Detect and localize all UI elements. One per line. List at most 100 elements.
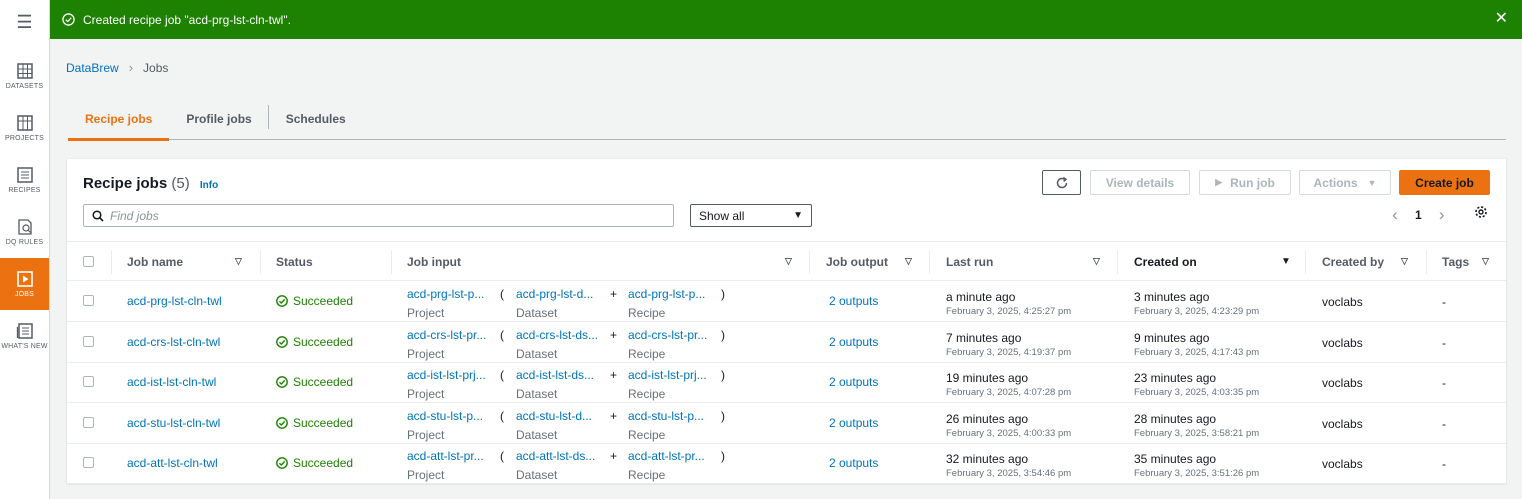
input-dataset-link[interactable]: acd-ist-lst-ds...	[516, 368, 594, 382]
sort-descending-icon[interactable]: ▼	[1281, 242, 1291, 282]
job-name-link[interactable]: acd-stu-lst-cln-twl	[127, 416, 220, 430]
status-text: Succeeded	[293, 335, 354, 349]
nav-datasets[interactable]: DATASETS	[0, 50, 49, 102]
last-run-relative: 26 minutes ago	[946, 412, 1029, 426]
job-output-link[interactable]: 2 outputs	[829, 416, 878, 430]
search-input[interactable]	[110, 208, 650, 223]
breadcrumb-databrew-link[interactable]: DataBrew	[66, 61, 119, 75]
col-created-by[interactable]: Created by	[1322, 242, 1384, 282]
row-checkbox[interactable]	[83, 295, 94, 306]
job-name-link[interactable]: acd-crs-lst-cln-twl	[127, 335, 220, 349]
col-job-name[interactable]: Job name	[127, 242, 183, 282]
job-output-link[interactable]: 2 outputs	[829, 335, 878, 349]
info-link[interactable]: Info	[200, 180, 218, 191]
col-job-input-label: Job input	[407, 255, 461, 269]
nav-whats-new[interactable]: WHAT'S NEW	[0, 310, 49, 362]
filter-icon[interactable]: ▽	[1401, 242, 1411, 282]
filter-icon[interactable]: ▽	[785, 242, 795, 282]
filter-icon[interactable]: ▽	[1093, 242, 1103, 282]
status-badge: Succeeded	[276, 456, 353, 470]
plus-sign: +	[610, 368, 618, 382]
job-output-link[interactable]: 2 outputs	[829, 456, 878, 470]
tags-value: -	[1442, 295, 1446, 309]
nav-jobs[interactable]: JOBS	[0, 258, 49, 310]
row-checkbox[interactable]	[83, 376, 94, 387]
input-dataset-link[interactable]: acd-att-lst-ds...	[516, 449, 595, 463]
col-status[interactable]: Status	[276, 242, 313, 282]
success-check-icon	[276, 376, 288, 388]
job-name-link[interactable]: acd-att-lst-cln-twl	[127, 456, 218, 470]
paren-open: (	[500, 368, 504, 382]
filter-icon[interactable]: ▽	[235, 242, 245, 282]
paren-open: (	[500, 409, 504, 423]
filter-icon[interactable]: ▽	[1482, 242, 1492, 282]
success-check-icon	[276, 295, 288, 307]
status-text: Succeeded	[293, 456, 354, 470]
tab-profile-jobs[interactable]: Profile jobs	[169, 98, 270, 140]
refresh-button[interactable]	[1042, 170, 1081, 195]
input-dataset-type: Dataset	[516, 468, 558, 482]
tab-recipe-jobs[interactable]: Recipe jobs	[68, 98, 170, 141]
nav-dq-rules-label: DQ RULES	[5, 239, 44, 246]
input-project-link[interactable]: acd-ist-lst-prj...	[407, 368, 486, 382]
plus-sign: +	[610, 328, 618, 342]
input-project-link[interactable]: acd-stu-lst-p...	[407, 409, 483, 423]
gear-icon[interactable]	[1474, 205, 1488, 219]
col-tags[interactable]: Tags	[1442, 242, 1469, 282]
input-recipe-link[interactable]: acd-att-lst-pr...	[628, 449, 705, 463]
col-last-run[interactable]: Last run	[946, 242, 993, 282]
hamburger-menu-icon[interactable]: ☰	[0, 0, 49, 44]
input-recipe-link[interactable]: acd-prg-lst-p...	[628, 287, 705, 301]
nav-projects[interactable]: PROJECTS	[0, 102, 49, 154]
actions-button[interactable]: Actions ▼	[1299, 170, 1391, 195]
job-output-link[interactable]: 2 outputs	[829, 294, 878, 308]
last-run-timestamp: February 3, 2025, 4:19:37 pm	[946, 347, 1072, 358]
close-icon[interactable]: ✕	[1495, 8, 1508, 28]
created-on-timestamp: February 3, 2025, 4:03:35 pm	[1134, 387, 1260, 398]
input-dataset-link[interactable]: acd-crs-lst-ds...	[516, 328, 598, 342]
create-job-button[interactable]: Create job	[1399, 170, 1490, 195]
view-details-button[interactable]: View details	[1090, 170, 1190, 195]
row-checkbox[interactable]	[83, 457, 94, 468]
job-output-link[interactable]: 2 outputs	[829, 375, 878, 389]
column-divider	[1305, 250, 1306, 274]
input-recipe-link[interactable]: acd-stu-lst-p...	[628, 409, 704, 423]
last-run-timestamp: February 3, 2025, 4:00:33 pm	[946, 428, 1072, 439]
run-job-button[interactable]: ▶ Run job	[1199, 170, 1291, 195]
select-all-checkbox[interactable]	[83, 256, 94, 267]
table-row: acd-att-lst-cln-twl Succeeded acd-att-lst-…	[67, 443, 1506, 484]
column-divider	[929, 250, 930, 274]
input-recipe-link[interactable]: acd-ist-lst-prj...	[628, 368, 707, 382]
row-checkbox[interactable]	[83, 336, 94, 347]
col-job-output[interactable]: Job output	[826, 242, 888, 282]
table-row: acd-crs-lst-cln-twl Succeeded acd-crs-lst-…	[67, 322, 1506, 363]
row-checkbox[interactable]	[83, 417, 94, 428]
show-all-value: Show all	[699, 208, 745, 223]
nav-recipes[interactable]: RECIPES	[0, 154, 49, 206]
table-row: acd-prg-lst-cln-twl Succeeded acd-prg-lst-…	[67, 281, 1506, 322]
input-project-link[interactable]: acd-prg-lst-p...	[407, 287, 484, 301]
nav-dq-rules[interactable]: DQ RULES	[0, 206, 49, 258]
tab-schedules[interactable]: Schedules	[269, 98, 363, 140]
col-created-on[interactable]: Created on	[1134, 242, 1197, 282]
input-project-link[interactable]: acd-att-lst-pr...	[407, 449, 484, 463]
input-project-link[interactable]: acd-crs-lst-pr...	[407, 328, 486, 342]
breadcrumb-current: Jobs	[143, 60, 169, 75]
paren-open: (	[500, 449, 504, 463]
col-job-input[interactable]: Job input	[407, 242, 461, 282]
page-number[interactable]: 1	[1415, 208, 1422, 222]
job-tabs: Recipe jobs Profile jobs Schedules	[68, 98, 1506, 141]
next-page-icon[interactable]: ›	[1434, 205, 1450, 225]
input-dataset-link[interactable]: acd-prg-lst-d...	[516, 287, 593, 301]
previous-page-icon[interactable]: ‹	[1387, 205, 1403, 225]
input-dataset-type: Dataset	[516, 428, 558, 442]
filter-icon[interactable]: ▽	[905, 242, 915, 282]
job-name-link[interactable]: acd-ist-lst-cln-twl	[127, 375, 216, 389]
input-recipe-link[interactable]: acd-crs-lst-pr...	[628, 328, 707, 342]
input-dataset-type: Dataset	[516, 347, 558, 361]
input-dataset-link[interactable]: acd-stu-lst-d...	[516, 409, 592, 423]
job-name-link[interactable]: acd-prg-lst-cln-twl	[127, 294, 222, 308]
show-all-select[interactable]: Show all ▼	[690, 204, 812, 227]
col-status-label: Status	[276, 255, 313, 269]
run-job-label: Run job	[1230, 175, 1275, 190]
